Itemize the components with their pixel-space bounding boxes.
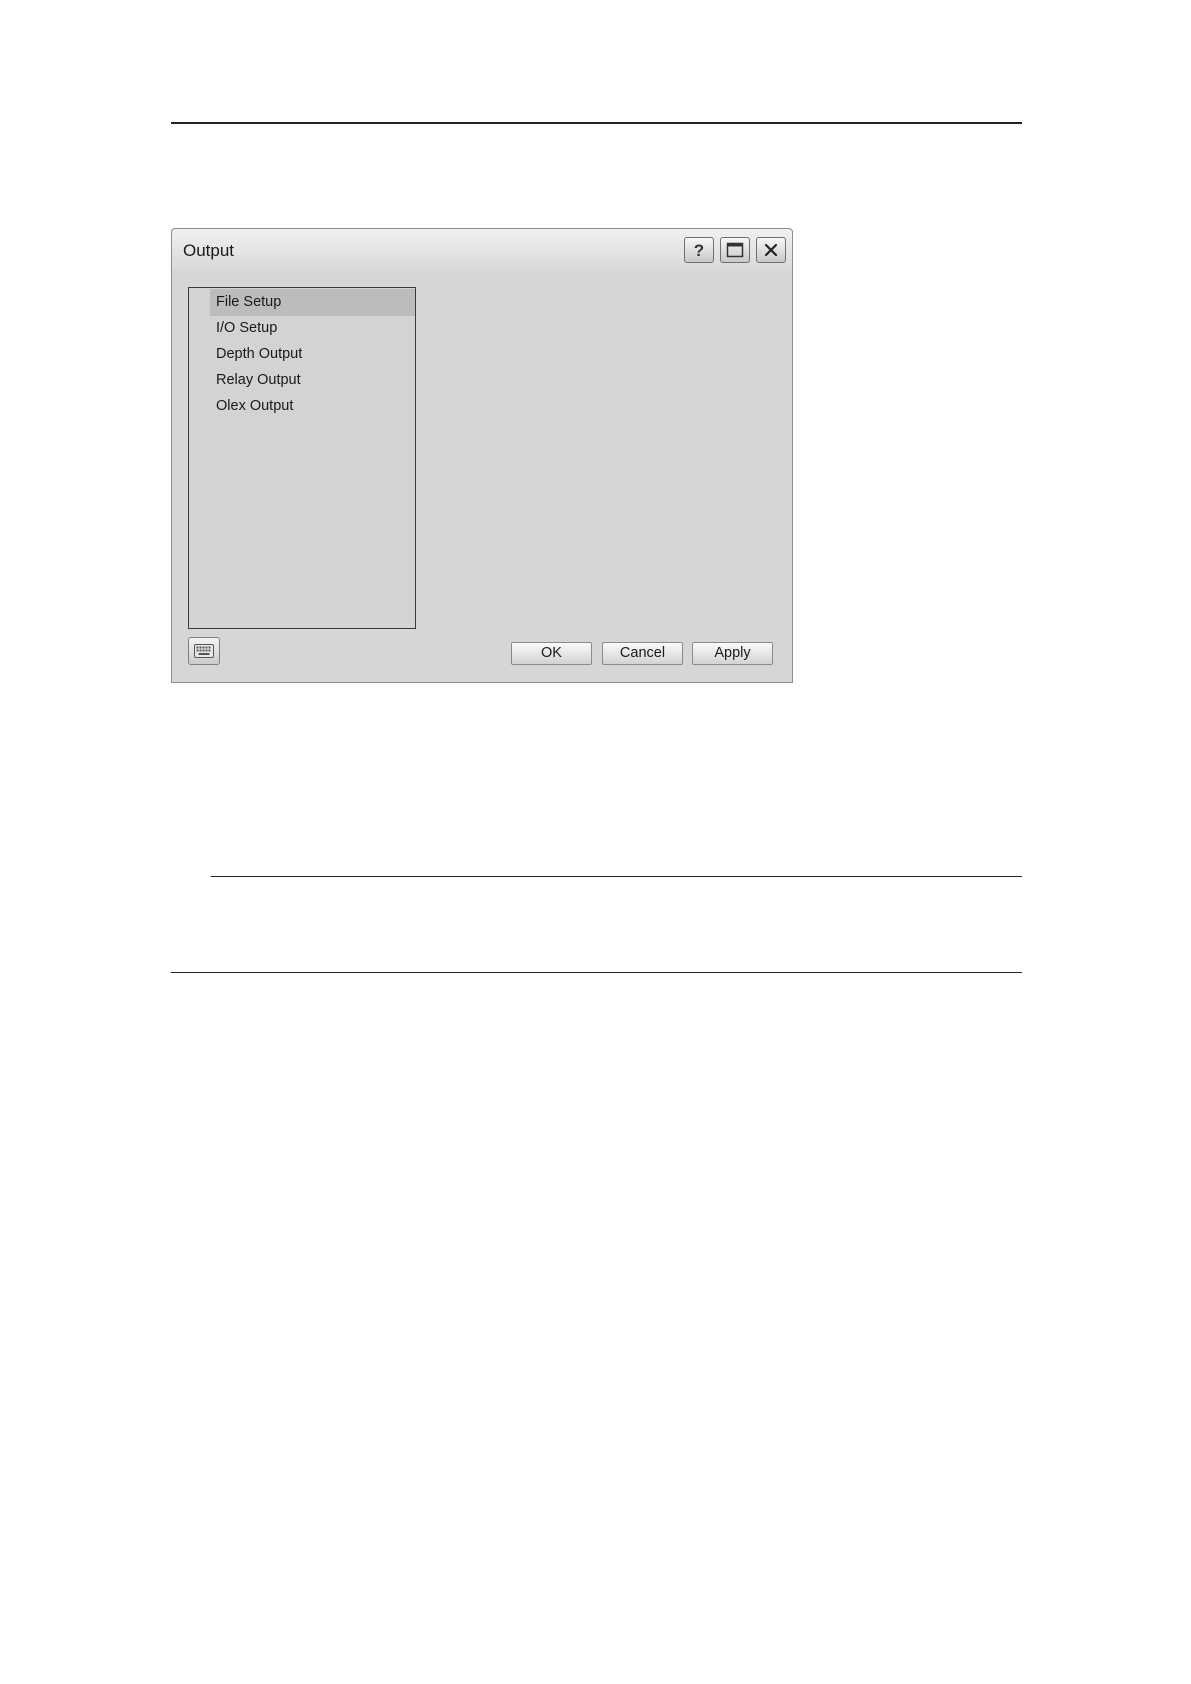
cancel-button[interactable]: Cancel — [602, 642, 683, 665]
dialog-title: Output — [183, 241, 235, 260]
close-icon — [764, 243, 778, 257]
keyboard-icon — [194, 644, 214, 658]
list-item-io-setup[interactable]: I/O Setup — [210, 315, 415, 342]
help-icon: ? — [693, 240, 705, 260]
list-item-file-setup[interactable]: File Setup — [210, 289, 415, 316]
maximize-icon — [726, 242, 744, 258]
middle-divider — [211, 876, 1022, 877]
bottom-divider — [171, 972, 1022, 973]
help-button[interactable]: ? — [684, 237, 714, 263]
output-category-list[interactable]: File Setup I/O Setup Depth Output Relay … — [188, 287, 416, 629]
list-item-depth-output[interactable]: Depth Output — [210, 341, 415, 368]
list-item-relay-output[interactable]: Relay Output — [210, 367, 415, 394]
ok-button[interactable]: OK — [511, 642, 592, 665]
keyboard-button[interactable] — [188, 637, 220, 665]
list-item-olex-output[interactable]: Olex Output — [210, 393, 415, 420]
apply-button[interactable]: Apply — [692, 642, 773, 665]
top-divider — [171, 122, 1022, 124]
dialog-titlebar: Output ? — [172, 229, 792, 271]
close-button[interactable] — [756, 237, 786, 263]
output-dialog: Output ? File Setup I/O Setup Depth Outp… — [171, 228, 793, 683]
maximize-button[interactable] — [720, 237, 750, 263]
